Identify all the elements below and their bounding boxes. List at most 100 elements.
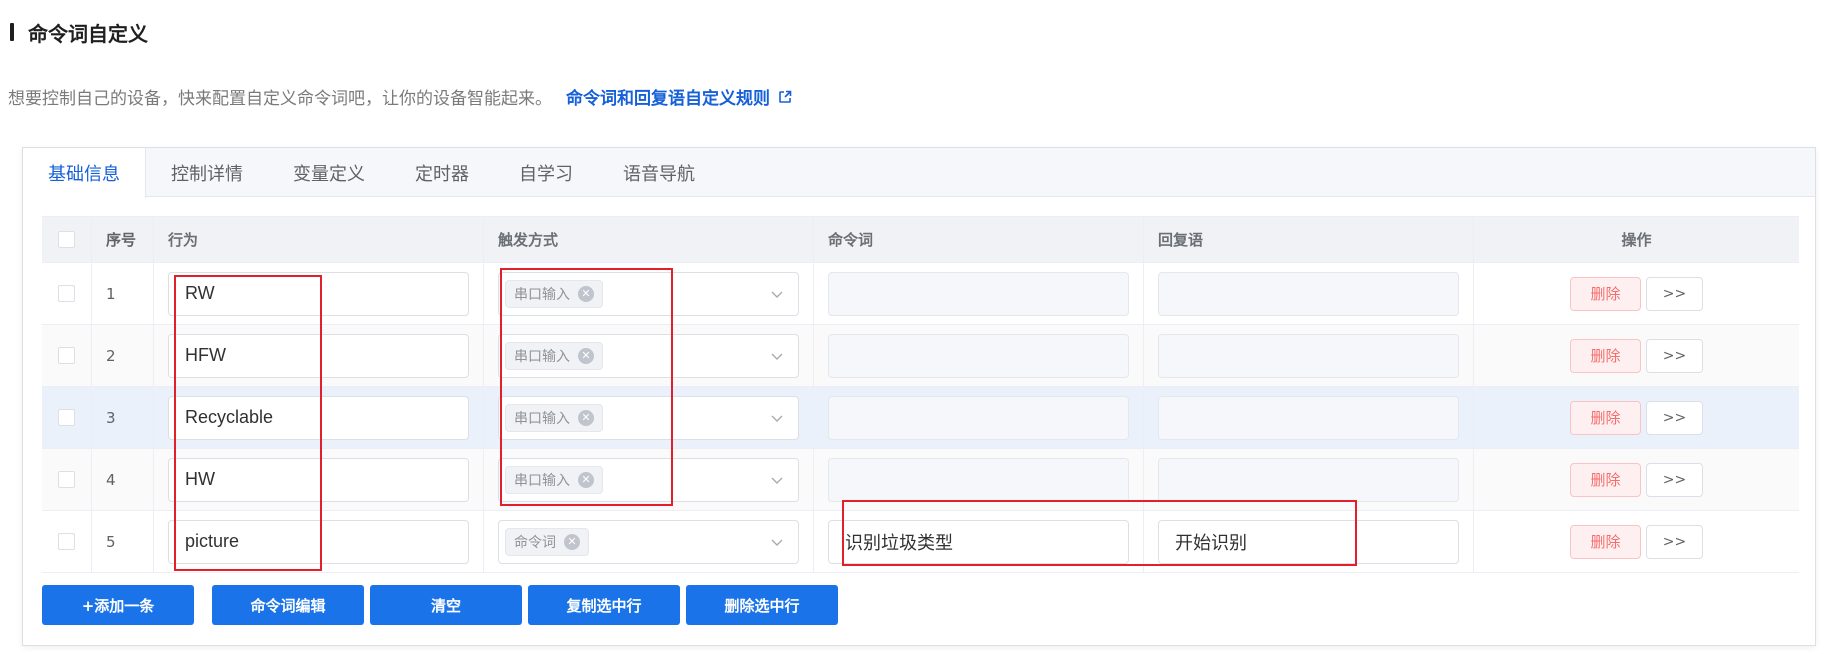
- trigger-select[interactable]: 串口输入 ✕: [498, 333, 799, 378]
- trigger-select[interactable]: 命令词 ✕: [498, 519, 799, 564]
- reply-cell: [1144, 387, 1474, 448]
- reply-input[interactable]: 开始识别: [1158, 519, 1459, 564]
- row-index: 1: [92, 263, 154, 324]
- trigger-tag: 串口输入 ✕: [505, 465, 603, 494]
- more-button[interactable]: >>: [1646, 400, 1703, 435]
- action-cell: RW: [154, 263, 484, 324]
- table-row: 5 picture 命令词 ✕ 识别垃圾类型 开始识别 删除 >>: [42, 511, 1799, 573]
- delete-selected-button[interactable]: 删除选中行: [686, 585, 838, 625]
- copy-selected-button[interactable]: 复制选中行: [528, 585, 680, 625]
- tab-voice-navigation[interactable]: 语音导航: [598, 148, 720, 197]
- command-input[interactable]: 识别垃圾类型: [828, 519, 1129, 564]
- clear-button[interactable]: 清空: [370, 585, 522, 625]
- select-all-checkbox[interactable]: [58, 231, 75, 248]
- rules-link[interactable]: 命令词和回复语自定义规则: [566, 84, 792, 109]
- row-checkbox[interactable]: [58, 533, 75, 550]
- reply-input[interactable]: [1158, 333, 1459, 378]
- trigger-select[interactable]: 串口输入 ✕: [498, 271, 799, 316]
- row-checkbox[interactable]: [58, 409, 75, 426]
- chevron-down-icon[interactable]: [770, 287, 784, 301]
- operations-cell: 删除 >>: [1474, 511, 1799, 572]
- table-actions: +添加一条 命令词编辑 清空 复制选中行 删除选中行: [42, 585, 838, 625]
- action-cell: picture: [154, 511, 484, 572]
- row-checkbox-cell: [42, 325, 92, 386]
- trigger-cell: 命令词 ✕: [484, 511, 814, 572]
- page-title: 命令词自定义: [28, 21, 148, 46]
- tag-close-icon[interactable]: ✕: [578, 347, 594, 364]
- delete-row-button[interactable]: 删除: [1570, 400, 1641, 435]
- chevron-down-icon[interactable]: [770, 535, 784, 549]
- action-cell: Recyclable: [154, 387, 484, 448]
- page-header: 命令词自定义: [10, 18, 148, 46]
- trigger-tag-label: 命令词: [514, 534, 556, 551]
- command-input[interactable]: [828, 457, 1129, 502]
- command-input[interactable]: [828, 271, 1129, 316]
- description-text: 想要控制自己的设备，快来配置自定义命令词吧，让你的设备智能起来。: [8, 89, 552, 109]
- delete-row-button[interactable]: 删除: [1570, 462, 1641, 497]
- trigger-tag-label: 串口输入: [514, 348, 570, 365]
- command-cell: [814, 387, 1144, 448]
- tab-timer[interactable]: 定时器: [390, 148, 494, 197]
- command-cell: 识别垃圾类型: [814, 511, 1144, 572]
- row-checkbox-cell: [42, 263, 92, 324]
- reply-input[interactable]: [1158, 271, 1459, 316]
- tag-close-icon[interactable]: ✕: [578, 409, 594, 426]
- tab-basic-info[interactable]: 基础信息: [23, 148, 146, 198]
- tab-control-details[interactable]: 控制详情: [146, 148, 268, 197]
- operations-cell: 删除 >>: [1474, 325, 1799, 386]
- row-checkbox[interactable]: [58, 347, 75, 364]
- more-button[interactable]: >>: [1646, 338, 1703, 373]
- reply-input[interactable]: [1158, 457, 1459, 502]
- action-input[interactable]: RW: [168, 271, 469, 316]
- command-input[interactable]: [828, 333, 1129, 378]
- trigger-cell: 串口输入 ✕: [484, 449, 814, 510]
- tab-variable-definition[interactable]: 变量定义: [268, 148, 390, 197]
- action-input[interactable]: picture: [168, 519, 469, 564]
- chevron-down-icon[interactable]: [770, 473, 784, 487]
- page-description: 想要控制自己的设备，快来配置自定义命令词吧，让你的设备智能起来。 命令词和回复语…: [8, 84, 792, 109]
- tag-close-icon[interactable]: ✕: [564, 533, 580, 550]
- delete-row-button[interactable]: 删除: [1570, 276, 1641, 311]
- trigger-select[interactable]: 串口输入 ✕: [498, 457, 799, 502]
- command-input[interactable]: [828, 395, 1129, 440]
- chevron-down-icon[interactable]: [770, 411, 784, 425]
- add-row-button[interactable]: +添加一条: [42, 585, 194, 625]
- tag-close-icon[interactable]: ✕: [578, 285, 594, 302]
- delete-row-button[interactable]: 删除: [1570, 524, 1641, 559]
- more-button[interactable]: >>: [1646, 276, 1703, 311]
- trigger-tag-label: 串口输入: [514, 472, 570, 489]
- table-header-row: 序号 行为 触发方式 命令词 回复语 操作: [42, 217, 1799, 263]
- table-row: 2 HFW 串口输入 ✕ 删除 >>: [42, 325, 1799, 387]
- title-accent-bar: [10, 23, 14, 41]
- reply-cell: [1144, 263, 1474, 324]
- tag-close-icon[interactable]: ✕: [578, 471, 594, 488]
- operations-cell: 删除 >>: [1474, 449, 1799, 510]
- header-command: 命令词: [814, 217, 1144, 262]
- header-action: 行为: [154, 217, 484, 262]
- edit-commands-button[interactable]: 命令词编辑: [212, 585, 364, 625]
- table-row: 4 HW 串口输入 ✕ 删除 >>: [42, 449, 1799, 511]
- action-input[interactable]: Recyclable: [168, 395, 469, 440]
- trigger-cell: 串口输入 ✕: [484, 325, 814, 386]
- row-index: 3: [92, 387, 154, 448]
- trigger-select[interactable]: 串口输入 ✕: [498, 395, 799, 440]
- delete-row-button[interactable]: 删除: [1570, 338, 1641, 373]
- reply-input[interactable]: [1158, 395, 1459, 440]
- more-button[interactable]: >>: [1646, 462, 1703, 497]
- tab-self-learning[interactable]: 自学习: [494, 148, 598, 197]
- more-button[interactable]: >>: [1646, 524, 1703, 559]
- row-checkbox[interactable]: [58, 285, 75, 302]
- row-checkbox[interactable]: [58, 471, 75, 488]
- trigger-tag-label: 串口输入: [514, 286, 570, 303]
- action-input[interactable]: HW: [168, 457, 469, 502]
- reply-cell: [1144, 449, 1474, 510]
- trigger-tag: 串口输入 ✕: [505, 341, 603, 370]
- row-index: 2: [92, 325, 154, 386]
- external-link-icon[interactable]: [778, 90, 792, 104]
- rules-link-label[interactable]: 命令词和回复语自定义规则: [566, 84, 770, 109]
- row-index: 5: [92, 511, 154, 572]
- chevron-down-icon[interactable]: [770, 349, 784, 363]
- header-trigger: 触发方式: [484, 217, 814, 262]
- action-input[interactable]: HFW: [168, 333, 469, 378]
- table-row: 1 RW 串口输入 ✕ 删除 >>: [42, 263, 1799, 325]
